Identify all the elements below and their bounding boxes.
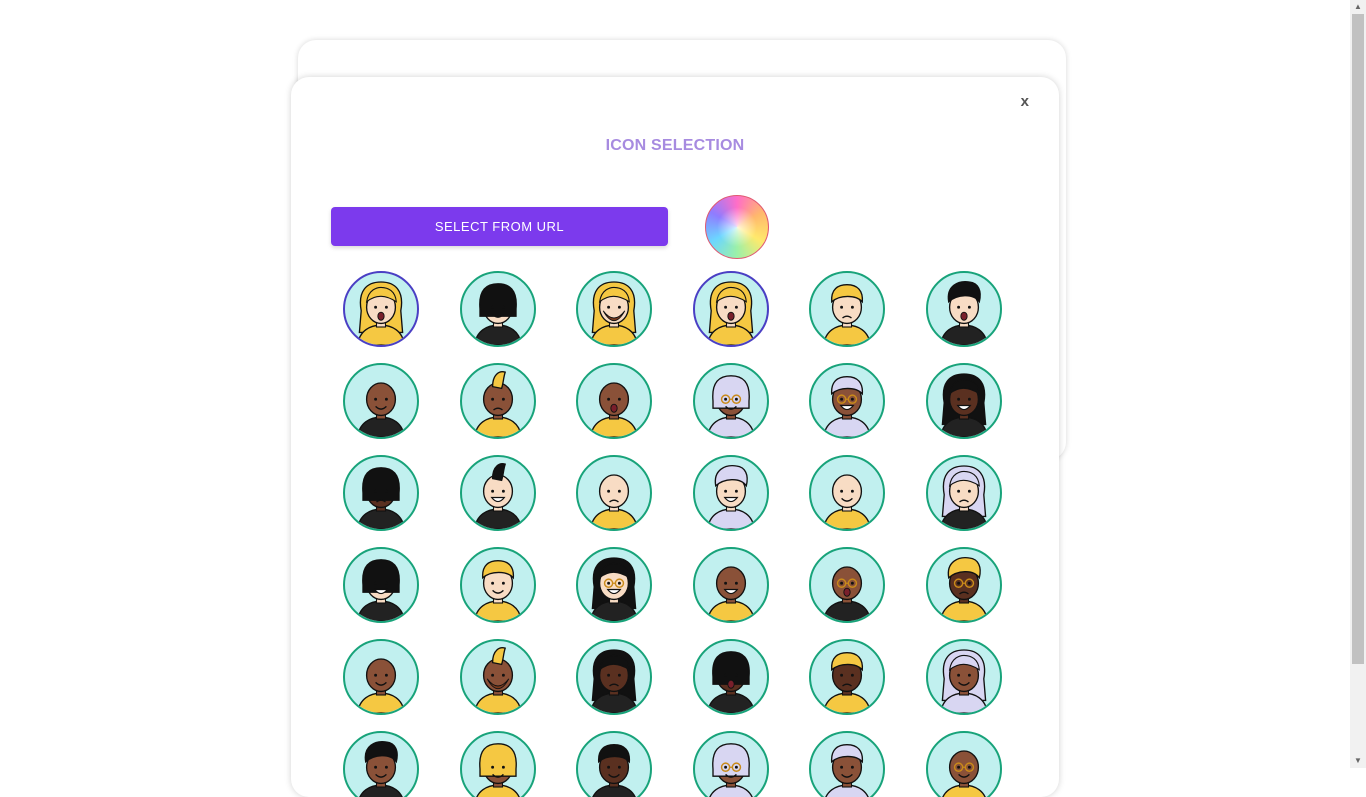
avatar-face-icon [589, 382, 639, 437]
avatar-face-icon [939, 649, 989, 713]
avatar-face-icon [356, 281, 406, 345]
avatar-face-icon [706, 464, 756, 529]
avatar-option[interactable] [343, 363, 419, 439]
avatar-face-icon [473, 647, 523, 713]
avatar-option[interactable] [343, 547, 419, 623]
avatar-face-icon [589, 649, 639, 713]
avatar-face-icon [939, 280, 989, 345]
avatar-face-icon [939, 465, 989, 529]
avatar-option[interactable] [809, 731, 885, 797]
avatar-option[interactable] [460, 363, 536, 439]
scroll-up-arrow-icon[interactable]: ▲ [1350, 0, 1366, 14]
modal-title: ICON SELECTION [605, 137, 745, 154]
avatar-face-icon [473, 371, 523, 437]
avatar-face-icon [822, 284, 872, 345]
avatar-face-icon [356, 467, 406, 529]
avatar-face-icon [476, 743, 520, 797]
avatar-face-icon [822, 376, 872, 437]
avatar-face-icon [359, 740, 403, 797]
avatar-option[interactable] [809, 455, 885, 531]
avatar-option[interactable] [926, 363, 1002, 439]
avatar-face-icon [709, 743, 753, 797]
avatar-face-icon [822, 474, 872, 529]
avatar-face-icon [356, 382, 406, 437]
avatar-option[interactable] [576, 271, 652, 347]
avatar-option[interactable] [693, 731, 769, 797]
page-scrollbar[interactable]: ▲ ▼ [1350, 0, 1366, 768]
avatar-option[interactable] [693, 639, 769, 715]
avatar-option[interactable] [926, 731, 1002, 797]
avatar-option[interactable] [576, 547, 652, 623]
avatar-face-icon [706, 651, 756, 713]
avatar-option[interactable] [809, 547, 885, 623]
icon-selection-modal: x ICON SELECTION SELECT FROM URL [291, 77, 1059, 797]
avatar-face-icon [706, 375, 756, 437]
avatar-face-icon [822, 652, 872, 713]
avatar-option[interactable] [693, 455, 769, 531]
avatar-option[interactable] [693, 547, 769, 623]
avatar-option[interactable] [460, 731, 536, 797]
avatar-face-icon [939, 373, 989, 437]
avatar-option[interactable] [460, 455, 536, 531]
scrollbar-thumb[interactable] [1352, 14, 1364, 664]
avatar-face-icon [356, 559, 406, 621]
avatar-face-icon [825, 744, 869, 797]
avatar-option[interactable] [460, 639, 536, 715]
avatar-option[interactable] [809, 271, 885, 347]
avatar-face-icon [473, 283, 523, 345]
avatar-option[interactable] [926, 271, 1002, 347]
avatar-face-icon [589, 557, 639, 621]
avatar-face-icon [473, 560, 523, 621]
avatar-face-icon [706, 566, 756, 621]
avatar-option[interactable] [809, 363, 885, 439]
avatar-face-icon [356, 658, 406, 713]
avatar-option[interactable] [809, 639, 885, 715]
avatar-face-icon [822, 566, 872, 621]
avatar-option[interactable] [926, 639, 1002, 715]
avatar-option[interactable] [693, 271, 769, 347]
close-button[interactable]: x [1021, 93, 1029, 110]
select-from-url-button[interactable]: SELECT FROM URL [331, 207, 668, 246]
avatar-face-icon [473, 463, 523, 529]
avatar-face-icon [592, 744, 636, 797]
avatar-face-icon [706, 281, 756, 345]
avatar-face-icon [589, 474, 639, 529]
avatar-option[interactable] [576, 363, 652, 439]
avatar-option[interactable] [693, 363, 769, 439]
avatar-option[interactable] [343, 455, 419, 531]
avatar-option[interactable] [460, 271, 536, 347]
selected-icon-preview [705, 195, 769, 259]
avatar-face-icon [589, 281, 639, 345]
scroll-down-arrow-icon[interactable]: ▼ [1350, 754, 1366, 768]
avatar-option[interactable] [576, 455, 652, 531]
avatar-option[interactable] [460, 547, 536, 623]
avatar-face-icon [939, 556, 989, 621]
avatar-option[interactable] [576, 731, 652, 797]
avatar-option[interactable] [343, 271, 419, 347]
avatar-option[interactable] [343, 731, 419, 797]
avatar-option[interactable] [926, 455, 1002, 531]
avatar-option[interactable] [926, 547, 1002, 623]
avatar-face-icon [942, 750, 986, 797]
avatar-option[interactable] [576, 639, 652, 715]
avatar-option[interactable] [343, 639, 419, 715]
